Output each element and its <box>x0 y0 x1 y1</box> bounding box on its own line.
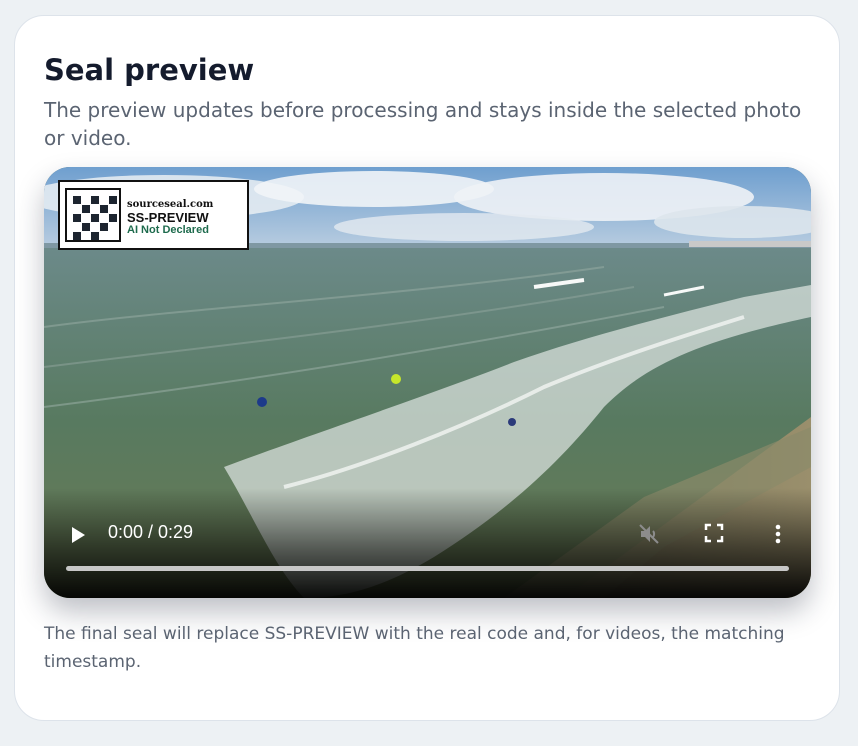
seal-preview-card: Seal preview The preview updates before … <box>14 15 840 721</box>
progress-bar[interactable] <box>66 566 789 571</box>
mute-button[interactable] <box>637 522 661 546</box>
video-player[interactable]: sourceseal.com SS-PREVIEW AI Not Declare… <box>44 167 811 598</box>
play-icon <box>72 527 85 543</box>
page-title: Seal preview <box>44 53 255 87</box>
more-vertical-icon <box>775 524 781 544</box>
footnote: The final seal will replace SS-PREVIEW w… <box>44 624 785 672</box>
play-button[interactable] <box>66 523 90 547</box>
muted-speaker-icon <box>639 524 659 544</box>
seal-code: SS-PREVIEW <box>127 210 209 225</box>
time-display: 0:00 / 0:29 <box>108 522 194 542</box>
more-options-button[interactable] <box>773 522 783 546</box>
fullscreen-button[interactable] <box>704 523 724 543</box>
fullscreen-icon <box>704 523 724 543</box>
page-subtitle: The preview updates before processing an… <box>44 98 802 150</box>
source-seal-badge: sourceseal.com SS-PREVIEW AI Not Declare… <box>58 180 249 250</box>
seal-status: AI Not Declared <box>127 224 209 236</box>
seal-qr-code-icon <box>65 188 121 242</box>
player-controls-overlay <box>44 488 811 598</box>
